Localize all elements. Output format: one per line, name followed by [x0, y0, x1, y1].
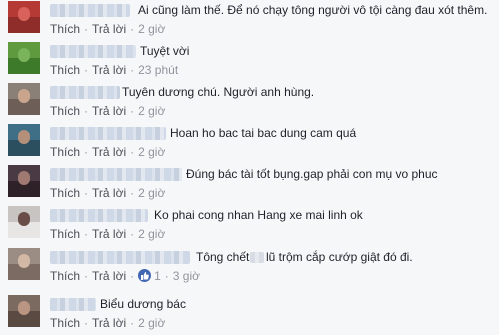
comment-timestamp[interactable]: 2 giờ	[138, 186, 165, 200]
comment: Ai cũng làm thế. Để nó chạy tông người v…	[0, 0, 499, 41]
comment-actions: Thích · Trả lời · 2 giờ	[50, 104, 165, 118]
separator: ·	[130, 145, 135, 159]
separator: ·	[84, 269, 89, 283]
like-link[interactable]: Thích	[50, 186, 80, 200]
comment-timestamp[interactable]: 2 giờ	[138, 227, 165, 241]
comment: Biểu dương bác Thích · Trả lời · 2 giờ	[0, 294, 499, 335]
separator: ·	[130, 63, 135, 77]
comment-text: Tuyệt vời	[140, 44, 190, 58]
comment-text: Biểu dương bác	[100, 297, 186, 311]
comment: Đúng bác tài tốt bụng.gap phải con mụ vo…	[0, 164, 499, 205]
separator: ·	[84, 63, 89, 77]
avatar[interactable]	[8, 83, 40, 115]
comment: Tông chết lũ trộm cắp cướp giật đó đi. T…	[0, 247, 499, 288]
separator: ·	[130, 269, 135, 283]
separator: ·	[84, 227, 89, 241]
comment-timestamp[interactable]: 2 giờ	[138, 145, 165, 159]
separator: ·	[130, 186, 135, 200]
like-link[interactable]: Thích	[50, 104, 80, 118]
comment-text: Ai cũng làm thế. Để nó chạy tông người v…	[138, 3, 488, 17]
like-link[interactable]: Thích	[50, 145, 80, 159]
comment-timestamp[interactable]: 23 phút	[138, 63, 178, 77]
commenter-name[interactable]	[50, 298, 96, 311]
reply-link[interactable]: Trả lời	[92, 227, 126, 241]
thumbs-up-icon[interactable]	[138, 269, 152, 282]
avatar[interactable]	[8, 248, 40, 280]
like-link[interactable]: Thích	[50, 316, 80, 330]
separator: ·	[84, 316, 89, 330]
comment-actions: Thích · Trả lời · 23 phút	[50, 63, 178, 77]
comment: Tuyệt vời Thích · Trả lời · 23 phút	[0, 41, 499, 82]
reply-link[interactable]: Trả lời	[92, 186, 126, 200]
separator: ·	[164, 269, 169, 283]
separator: ·	[84, 104, 89, 118]
reply-link[interactable]: Trả lời	[92, 104, 126, 118]
separator: ·	[130, 316, 135, 330]
comment-timestamp[interactable]: 3 giờ	[173, 269, 200, 283]
avatar[interactable]	[8, 124, 40, 156]
like-count[interactable]: 1	[154, 269, 161, 283]
avatar[interactable]	[8, 295, 40, 327]
commenter-name[interactable]	[50, 4, 130, 17]
comment-actions: Thích · Trả lời · 2 giờ	[50, 186, 165, 200]
like-link[interactable]: Thích	[50, 22, 80, 36]
comment-timestamp[interactable]: 2 giờ	[138, 104, 165, 118]
reply-link[interactable]: Trả lời	[92, 63, 126, 77]
commenter-name[interactable]	[50, 127, 166, 140]
reply-link[interactable]: Trả lời	[92, 269, 126, 283]
separator: ·	[130, 22, 135, 36]
avatar[interactable]	[8, 1, 40, 33]
comment-actions: Thích · Trả lời · 2 giờ	[50, 22, 165, 36]
redacted-text	[250, 252, 264, 263]
avatar[interactable]	[8, 206, 40, 238]
comment-text: Hoan ho bac tai bac dung cam quá	[170, 126, 357, 140]
comment-text: Đúng bác tài tốt bụng.gap phải con mụ vo…	[186, 167, 438, 181]
separator: ·	[130, 227, 135, 241]
comment-timestamp[interactable]: 2 giờ	[138, 316, 165, 330]
reply-link[interactable]: Trả lời	[92, 145, 126, 159]
comment-timestamp[interactable]: 2 giờ	[138, 22, 165, 36]
commenter-name[interactable]	[50, 45, 136, 58]
comment: Ko phai cong nhan Hang xe mai linh ok Th…	[0, 205, 499, 246]
comment-text: Tuyên dương chú. Người anh hùng.	[122, 85, 315, 99]
separator: ·	[84, 145, 89, 159]
commenter-name[interactable]	[50, 209, 148, 222]
separator: ·	[84, 186, 89, 200]
comment-actions: Thích · Trả lời · 2 giờ	[50, 316, 165, 330]
reply-link[interactable]: Trả lời	[92, 22, 126, 36]
like-link[interactable]: Thích	[50, 63, 80, 77]
comment-actions: Thích · Trả lời · 2 giờ	[50, 227, 165, 241]
like-link[interactable]: Thích	[50, 227, 80, 241]
comment-text-part: lũ trộm cắp cướp giật đó đi.	[266, 250, 413, 264]
comment-text: Ko phai cong nhan Hang xe mai linh ok	[154, 208, 363, 222]
avatar[interactable]	[8, 165, 40, 197]
comment-actions: Thích · Trả lời · 2 giờ	[50, 145, 165, 159]
comment: Tuyên dương chú. Người anh hùng. Thích · T…	[0, 82, 499, 123]
separator: ·	[130, 104, 135, 118]
comment-text-part: Tông chết	[196, 250, 250, 264]
avatar[interactable]	[8, 42, 40, 74]
commenter-name[interactable]	[50, 251, 190, 264]
comment-actions: Thích · Trả lời · 1 · 3 giờ	[50, 269, 200, 283]
reply-link[interactable]: Trả lời	[92, 316, 126, 330]
separator: ·	[84, 22, 89, 36]
commenter-name[interactable]	[50, 168, 182, 181]
comment: Hoan ho bac tai bac dung cam quá Thích · T…	[0, 123, 499, 164]
like-link[interactable]: Thích	[50, 269, 80, 283]
commenter-name[interactable]	[50, 86, 120, 99]
